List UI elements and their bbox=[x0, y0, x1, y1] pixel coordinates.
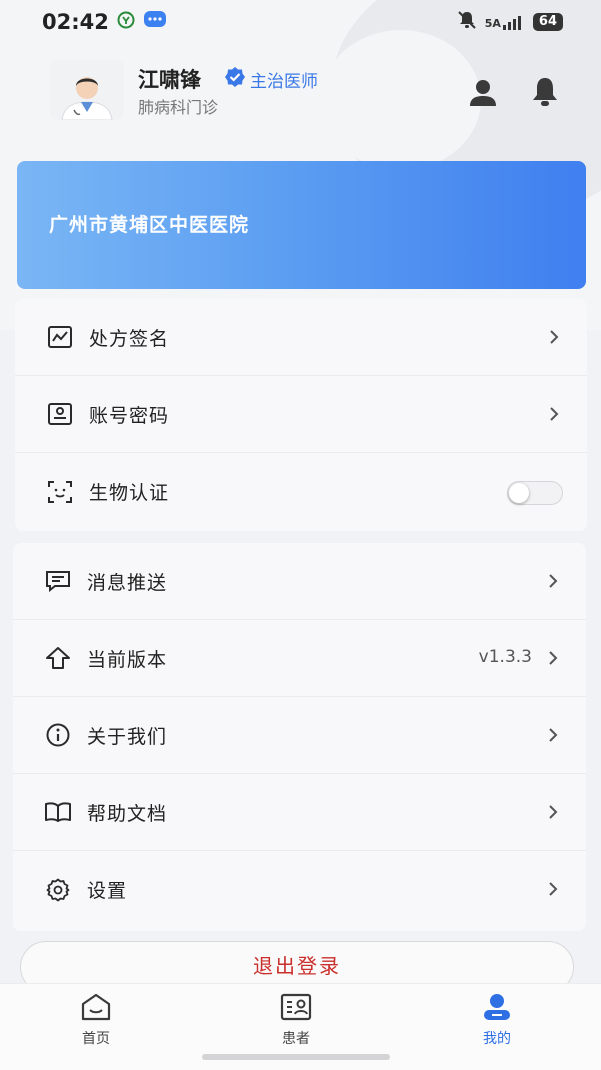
upgrade-icon bbox=[45, 645, 71, 671]
hospital-banner: 广州市黄埔区中医医院 bbox=[17, 161, 586, 289]
tab-home[interactable]: 首页 bbox=[56, 992, 136, 1048]
menu-item-label: 生物认证 bbox=[89, 482, 170, 504]
user-icon[interactable] bbox=[468, 78, 498, 112]
chevron-right-icon bbox=[549, 406, 559, 426]
biometric-toggle[interactable] bbox=[507, 481, 563, 505]
menu-item-label: 当前版本 bbox=[87, 648, 168, 671]
tab-label: 首页 bbox=[82, 1031, 110, 1047]
menu-item-message-push[interactable]: 消息推送 bbox=[13, 543, 586, 620]
chevron-right-icon bbox=[548, 881, 558, 901]
menu-item-prescription-signature[interactable]: 处方签名 bbox=[15, 299, 587, 376]
menu-item-biometric-auth: 生物认证 bbox=[15, 453, 587, 530]
info-icon bbox=[45, 722, 71, 748]
toggle-knob bbox=[509, 483, 529, 503]
menu-card-general: 消息推送 当前版本 v1.3.3 关于我们 帮助文档 设置 bbox=[13, 543, 586, 931]
signature-icon bbox=[47, 324, 73, 350]
menu-item-label: 消息推送 bbox=[87, 571, 168, 594]
hospital-name: 广州市黄埔区中医医院 bbox=[49, 214, 250, 236]
menu-card-security: 处方签名 账号密码 生物认证 bbox=[15, 299, 587, 531]
menu-item-label: 帮助文档 bbox=[87, 802, 168, 825]
tab-label: 患者 bbox=[282, 1031, 310, 1047]
battery-icon: 64 bbox=[532, 13, 563, 31]
chevron-right-icon bbox=[548, 727, 558, 747]
status-bar: 02:42 5A 64 bbox=[0, 0, 601, 44]
id-card-icon bbox=[47, 401, 73, 427]
menu-item-help-docs[interactable]: 帮助文档 bbox=[13, 774, 586, 851]
patient-icon bbox=[279, 993, 313, 1026]
chevron-right-icon bbox=[549, 329, 559, 349]
profile-icon bbox=[480, 994, 514, 1026]
menu-item-label: 账号密码 bbox=[89, 404, 170, 427]
chat-notification-icon bbox=[143, 10, 167, 34]
version-value: v1.3.3 bbox=[478, 647, 532, 667]
tab-label: 我的 bbox=[483, 1031, 511, 1047]
tab-patients[interactable]: 患者 bbox=[256, 992, 336, 1048]
profile-header: 江啸锋 主治医师 肺病科门诊 bbox=[50, 60, 570, 124]
face-scan-icon bbox=[47, 479, 73, 505]
book-icon bbox=[45, 799, 71, 825]
mute-icon bbox=[457, 10, 477, 34]
bell-icon[interactable] bbox=[530, 76, 560, 112]
gear-icon bbox=[45, 877, 71, 903]
menu-item-label: 处方签名 bbox=[89, 327, 170, 350]
verified-badge-icon bbox=[224, 66, 246, 92]
message-icon bbox=[45, 568, 71, 594]
menu-item-account-password[interactable]: 账号密码 bbox=[15, 376, 587, 453]
menu-item-settings[interactable]: 设置 bbox=[13, 851, 586, 928]
menu-item-label: 设置 bbox=[87, 880, 128, 902]
tab-mine[interactable]: 我的 bbox=[457, 992, 537, 1048]
chevron-right-icon bbox=[548, 804, 558, 824]
home-icon bbox=[79, 993, 113, 1026]
signal-label: 5A bbox=[484, 17, 501, 30]
chevron-right-icon bbox=[548, 650, 558, 670]
menu-item-current-version[interactable]: 当前版本 v1.3.3 bbox=[13, 620, 586, 697]
menu-item-about-us[interactable]: 关于我们 bbox=[13, 697, 586, 774]
home-indicator bbox=[202, 1054, 390, 1060]
doctor-avatar[interactable] bbox=[50, 60, 124, 120]
doctor-name: 江啸锋 bbox=[138, 68, 201, 92]
status-time: 02:42 bbox=[42, 10, 109, 34]
signal-icon: 5A bbox=[485, 14, 525, 30]
doctor-department: 肺病科门诊 bbox=[138, 98, 219, 117]
chevron-right-icon bbox=[548, 573, 558, 593]
doctor-title: 主治医师 bbox=[250, 72, 318, 92]
app-notification-icon bbox=[117, 11, 135, 33]
menu-item-label: 关于我们 bbox=[87, 725, 168, 748]
